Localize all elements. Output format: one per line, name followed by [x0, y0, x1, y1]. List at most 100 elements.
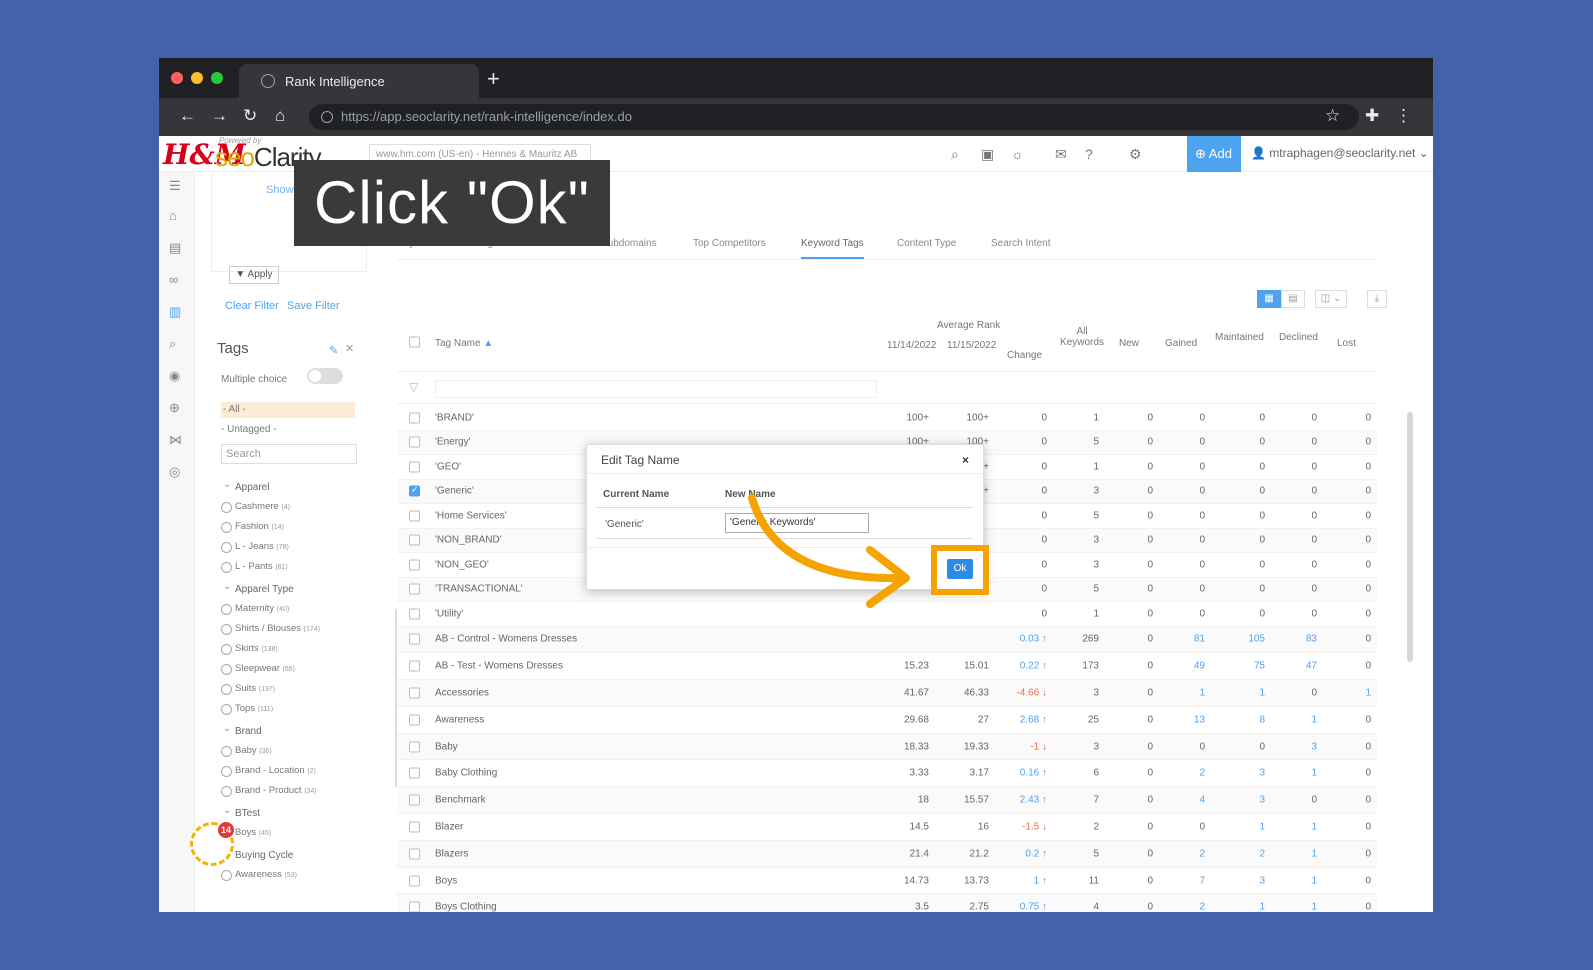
table-row[interactable]: Awareness 29.68 27 2.68 ↑ 25 0 13 8 1 0	[397, 707, 1377, 734]
table-scrollbar[interactable]	[1407, 412, 1413, 662]
menu-icon[interactable]: ☰	[169, 178, 181, 194]
col-change[interactable]: Change	[1007, 350, 1042, 361]
row-checkbox[interactable]	[409, 510, 420, 522]
network-icon[interactable]: ⋈	[169, 432, 182, 448]
tag-name-cell[interactable]: Accessories	[435, 687, 489, 698]
columns-icon[interactable]: ◫ ⌄	[1315, 290, 1347, 308]
tag-name-cell[interactable]: Benchmark	[435, 795, 486, 806]
row-checkbox[interactable]	[409, 608, 420, 620]
row-checkbox[interactable]	[409, 901, 420, 912]
table-row[interactable]: Benchmark 18 15.57 2.43 ↑ 7 0 4 3 0 0	[397, 787, 1377, 815]
multiple-choice-toggle[interactable]	[307, 368, 343, 384]
tag-search-input[interactable]: Search	[221, 444, 357, 464]
url-field[interactable]: https://app.seoclarity.net/rank-intellig…	[309, 104, 1359, 130]
row-checkbox[interactable]	[409, 848, 420, 860]
user-menu[interactable]: 👤 mtraphagen@seoclarity.net ⌄	[1251, 146, 1429, 160]
add-button[interactable]: ⊕ Add	[1187, 136, 1241, 172]
row-checkbox[interactable]	[409, 767, 420, 779]
table-row[interactable]: Baby Clothing 3.33 3.17 0.16 ↑ 6 0 2 3 1 0	[397, 760, 1377, 788]
tag-name-cell[interactable]: 'Utility'	[435, 608, 463, 619]
col-declined[interactable]: Declined	[1279, 332, 1318, 343]
tab-search-intent[interactable]: Search Intent	[991, 238, 1050, 249]
maximize-window-icon[interactable]	[211, 72, 223, 84]
tag-name-cell[interactable]: 'Generic'	[435, 486, 474, 497]
search-nav-icon[interactable]: ⌕	[169, 336, 176, 352]
tag-item[interactable]: Tops (111)	[221, 700, 341, 720]
row-checkbox[interactable]	[409, 412, 420, 424]
tag-item[interactable]: Awareness (53)	[221, 866, 341, 886]
tag-item[interactable]: Suits (197)	[221, 680, 341, 700]
tag-item[interactable]: Maternity (40)	[221, 600, 341, 620]
bar-chart-icon[interactable]: ▥	[169, 304, 181, 320]
clear-filter-link[interactable]: Clear Filter	[225, 300, 279, 312]
tag-item[interactable]: L - Pants (61)	[221, 558, 341, 578]
col-tag-name[interactable]: Tag Name ▲	[435, 338, 493, 349]
tag-name-cell[interactable]: 'NON_GEO'	[435, 559, 489, 570]
table-row[interactable]: 'BRAND' 100+ 100+ 0 1 0 0 0 0 0	[397, 406, 1377, 431]
table-row[interactable]: Blazer 14.5 16 -1.5 ↓ 2 0 0 1 1 0	[397, 814, 1377, 841]
tag-group[interactable]: Buying Cycle	[221, 847, 341, 866]
tag-name-cell[interactable]: 'Energy'	[435, 437, 471, 448]
col-maintained[interactable]: Maintained	[1215, 332, 1264, 343]
col-new[interactable]: New	[1119, 338, 1139, 349]
col-all-keywords[interactable]: All Keywords	[1057, 326, 1107, 348]
extensions-icon[interactable]: ✚	[1365, 106, 1379, 126]
reload-icon[interactable]: ↻	[243, 106, 257, 126]
tag-item[interactable]: Brand - Location (2)	[221, 762, 341, 782]
forward-icon[interactable]: →	[211, 106, 228, 126]
document-icon[interactable]: ▤	[169, 240, 181, 256]
tag-item[interactable]: Shirts / Blouses (174)	[221, 620, 341, 640]
tag-name-cell[interactable]: 'BRAND'	[435, 412, 474, 423]
close-window-icon[interactable]	[171, 72, 183, 84]
browser-tab[interactable]: Rank Intelligence	[239, 64, 479, 98]
support-icon[interactable]: ◎	[169, 464, 180, 480]
tag-name-cell[interactable]: AB - Control - Womens Dresses	[435, 634, 577, 645]
row-checkbox[interactable]	[409, 436, 420, 448]
table-row[interactable]: Accessories 41.67 46.33 -4.66 ↓ 3 0 1 1 0 1	[397, 680, 1377, 707]
tag-name-cell[interactable]: 'Home Services'	[435, 510, 507, 521]
search-icon[interactable]: ⌕	[951, 146, 959, 163]
home-nav-icon[interactable]: ⌂	[169, 208, 177, 223]
help-icon[interactable]: ?	[1085, 146, 1093, 162]
table-row[interactable]: Baby 18.33 19.33 -1 ↓ 3 0 0 0 3 0	[397, 733, 1377, 761]
tab-top-competitors[interactable]: Top Competitors	[693, 238, 766, 249]
table-row[interactable]: Boys Clothing 3.5 2.75 0.75 ↑ 4 0 2 1 1 0	[397, 894, 1377, 912]
tag-name-cell[interactable]: Boys Clothing	[435, 902, 497, 912]
tag-name-cell[interactable]: Baby	[435, 741, 458, 752]
tag-name-cell[interactable]: 'TRANSACTIONAL'	[435, 584, 523, 595]
tab-keyword-tags[interactable]: Keyword Tags	[801, 238, 864, 259]
col-date2[interactable]: 11/15/2022	[947, 340, 996, 351]
row-checkbox[interactable]	[409, 794, 420, 806]
row-checkbox[interactable]	[409, 485, 420, 497]
tag-item[interactable]: L - Jeans (78)	[221, 538, 341, 558]
tag-name-cell[interactable]: Boys	[435, 875, 457, 886]
chart-view-icon[interactable]: ▤	[1281, 290, 1305, 308]
star-icon[interactable]: ☆	[1325, 106, 1340, 126]
tag-group[interactable]: BTest	[221, 805, 341, 824]
tag-item[interactable]: Boys (45)	[221, 824, 341, 844]
col-gained[interactable]: Gained	[1165, 338, 1197, 349]
tag-item[interactable]: Fashion (14)	[221, 518, 341, 538]
tag-group[interactable]: Brand	[221, 723, 341, 742]
collapse-icon[interactable]: ✕	[345, 342, 354, 355]
gear-icon[interactable]: ⚙	[1129, 146, 1142, 163]
row-checkbox[interactable]	[409, 633, 420, 645]
tag-name-cell[interactable]: Awareness	[435, 714, 484, 725]
table-row[interactable]: AB - Control - Womens Dresses 0.03 ↑ 269 0 8…	[397, 626, 1377, 654]
table-row[interactable]: Boys 14.73 13.73 1 ↑ 11 0 7 3 1 0	[397, 868, 1377, 895]
tag-name-cell[interactable]: Blazers	[435, 848, 468, 859]
home-icon[interactable]: ⌂	[275, 106, 285, 126]
tag-untagged-option[interactable]: - Untagged -	[221, 424, 277, 435]
tag-name-filter-input[interactable]	[435, 380, 877, 398]
col-date1[interactable]: 11/14/2022	[887, 340, 936, 351]
tag-item[interactable]: Sleepwear (65)	[221, 660, 341, 680]
row-checkbox[interactable]	[409, 583, 420, 595]
table-row[interactable]: 'Utility' 0 1 0 0 0 0 0	[397, 602, 1377, 627]
tag-item[interactable]: Brand - Product (34)	[221, 782, 341, 802]
row-checkbox[interactable]	[409, 741, 420, 753]
site-info-icon[interactable]	[321, 111, 333, 123]
clipboard-icon[interactable]: ▣	[981, 146, 994, 163]
tag-group[interactable]: Apparel	[221, 479, 341, 498]
table-view-icon[interactable]: ▦	[1257, 290, 1281, 308]
tag-name-cell[interactable]: Baby Clothing	[435, 768, 497, 779]
